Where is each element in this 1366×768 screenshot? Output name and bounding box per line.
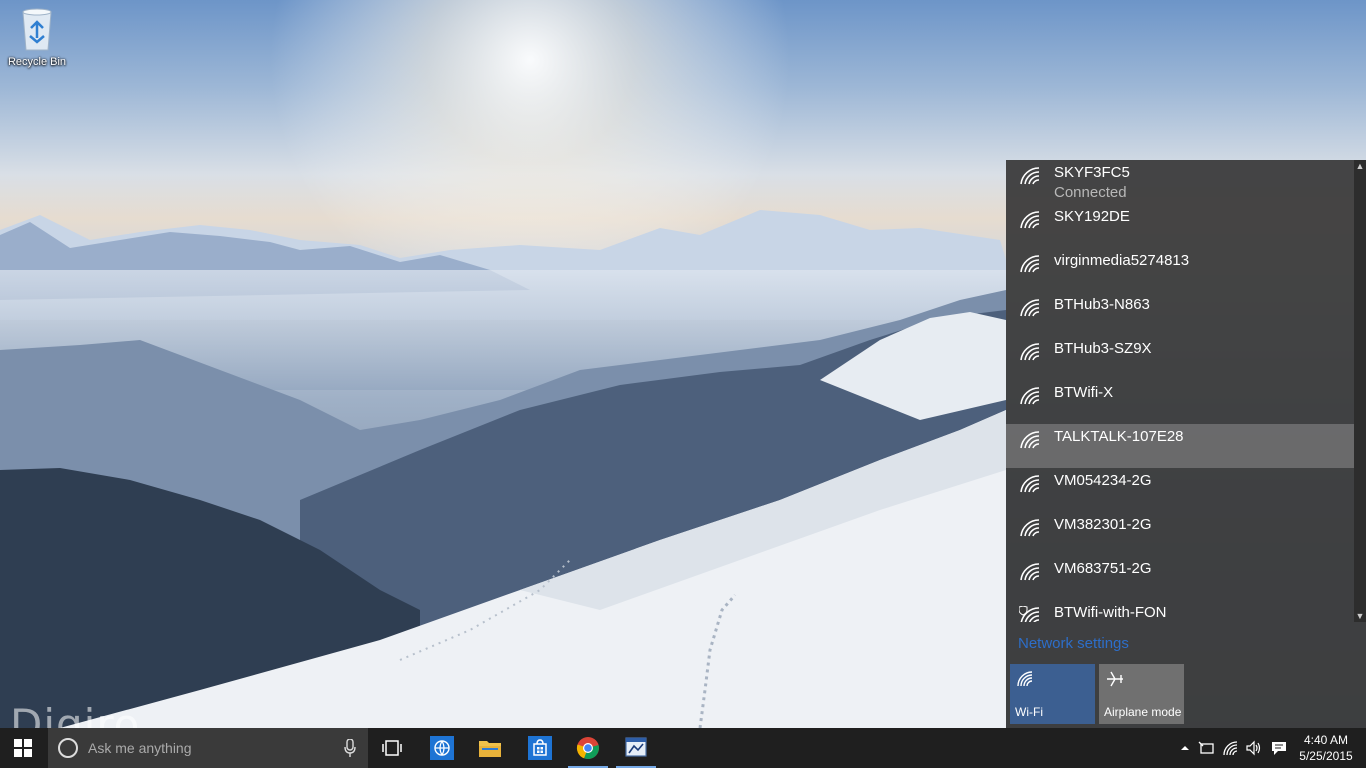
file-explorer-button[interactable] (466, 728, 514, 768)
network-item-btwifi-with-fon[interactable]: BTWifi-with-FON (1006, 600, 1354, 622)
wifi-signal-icon (1020, 299, 1040, 317)
network-item-virginmedia[interactable]: virginmedia5274813 (1006, 248, 1354, 292)
network-item-bthub3-n863[interactable]: BTHub3-N863 (1006, 292, 1354, 336)
action-center-icon[interactable] (1270, 740, 1288, 756)
wifi-quick-action-label: Wi-Fi (1015, 705, 1043, 719)
microphone-icon[interactable] (344, 739, 356, 757)
start-button[interactable] (0, 728, 48, 768)
taskbar: Ask me anything 4:40 AM 5/25/2015 (0, 728, 1366, 768)
wifi-signal-icon (1020, 211, 1040, 229)
edge-icon (430, 736, 454, 760)
chrome-icon (576, 737, 599, 760)
task-view-button[interactable] (368, 728, 416, 768)
network-name: BTWifi-with-FON (1054, 604, 1167, 621)
wifi-signal-icon (1020, 343, 1040, 361)
network-name: TALKTALK-107E28 (1054, 428, 1184, 445)
store-button[interactable] (516, 728, 564, 768)
network-item-sky192de[interactable]: SKY192DE (1006, 204, 1354, 248)
network-settings-link[interactable]: Network settings (1018, 635, 1129, 652)
clock-date: 5/25/2015 (1299, 749, 1353, 763)
app-icon (625, 737, 647, 757)
app-button[interactable] (612, 728, 660, 768)
scroll-down-arrow-icon[interactable]: ▼ (1354, 610, 1366, 622)
volume-icon[interactable] (1245, 740, 1263, 756)
desktop-icon-recycle-bin[interactable]: Recycle Bin (4, 6, 70, 76)
wifi-shield-icon (1019, 606, 1040, 622)
network-status: Connected (1054, 184, 1127, 201)
network-item-vm054234[interactable]: VM054234-2G (1006, 468, 1354, 512)
task-view-icon (382, 740, 402, 756)
network-item-vm382301[interactable]: VM382301-2G (1006, 512, 1354, 556)
airplane-mode-quick-action-label: Airplane mode (1104, 705, 1182, 719)
network-name: VM382301-2G (1054, 516, 1152, 533)
network-name: BTHub3-N863 (1054, 296, 1150, 313)
recycle-bin-icon (22, 8, 52, 51)
network-item-bthub3-sz9x[interactable]: BTHub3-SZ9X (1006, 336, 1354, 380)
clock[interactable]: 4:40 AM 5/25/2015 (1290, 732, 1362, 764)
network-wifi-tray-icon[interactable] (1222, 740, 1240, 756)
scroll-up-arrow-icon[interactable]: ▲ (1354, 160, 1366, 172)
file-explorer-icon (479, 741, 501, 757)
wifi-signal-icon (1020, 167, 1040, 185)
airplane-mode-quick-action-button[interactable]: Airplane mode (1099, 664, 1184, 724)
network-item-skyf3fc5[interactable]: SKYF3FC5 Connected (1006, 160, 1354, 204)
wifi-icon (1017, 671, 1033, 687)
search-box[interactable]: Ask me anything (48, 728, 368, 768)
network-name: BTWifi-X (1054, 384, 1114, 401)
search-placeholder: Ask me anything (88, 740, 192, 756)
airplane-icon (1107, 671, 1123, 687)
battery-plug-icon[interactable] (1198, 740, 1216, 756)
wifi-quick-action-button[interactable]: Wi-Fi (1010, 664, 1095, 724)
network-name: VM683751-2G (1054, 560, 1152, 577)
show-hidden-icons-icon[interactable] (1176, 740, 1194, 756)
network-item-vm683751[interactable]: VM683751-2G (1006, 556, 1354, 600)
network-list-scrollbar[interactable]: ▲ ▼ (1354, 160, 1366, 622)
wifi-signal-icon (1020, 563, 1040, 581)
network-list: SKYF3FC5 Connected SKY192DE virginmedia5… (1006, 160, 1354, 622)
store-icon (528, 736, 552, 760)
clock-time: 4:40 AM (1303, 733, 1349, 747)
windows-logo-icon (14, 739, 32, 757)
wifi-signal-icon (1020, 431, 1040, 449)
edge-button[interactable] (418, 728, 466, 768)
network-name: virginmedia5274813 (1054, 252, 1190, 269)
network-flyout: SKYF3FC5 Connected SKY192DE virginmedia5… (1006, 160, 1366, 728)
network-name: SKYF3FC5 (1054, 164, 1130, 181)
wifi-signal-icon (1020, 255, 1040, 273)
recycle-bin-label: Recycle Bin (7, 56, 67, 68)
wifi-signal-icon (1020, 387, 1040, 405)
wifi-signal-icon (1020, 519, 1040, 537)
network-name: VM054234-2G (1054, 472, 1152, 489)
network-item-talktalk[interactable]: TALKTALK-107E28 (1006, 424, 1354, 468)
network-name: BTHub3-SZ9X (1054, 340, 1152, 357)
wifi-signal-icon (1020, 475, 1040, 493)
network-item-btwifi-x[interactable]: BTWifi-X (1006, 380, 1354, 424)
network-name: SKY192DE (1054, 208, 1130, 225)
cortana-icon (58, 738, 78, 758)
chrome-button[interactable] (564, 728, 612, 768)
